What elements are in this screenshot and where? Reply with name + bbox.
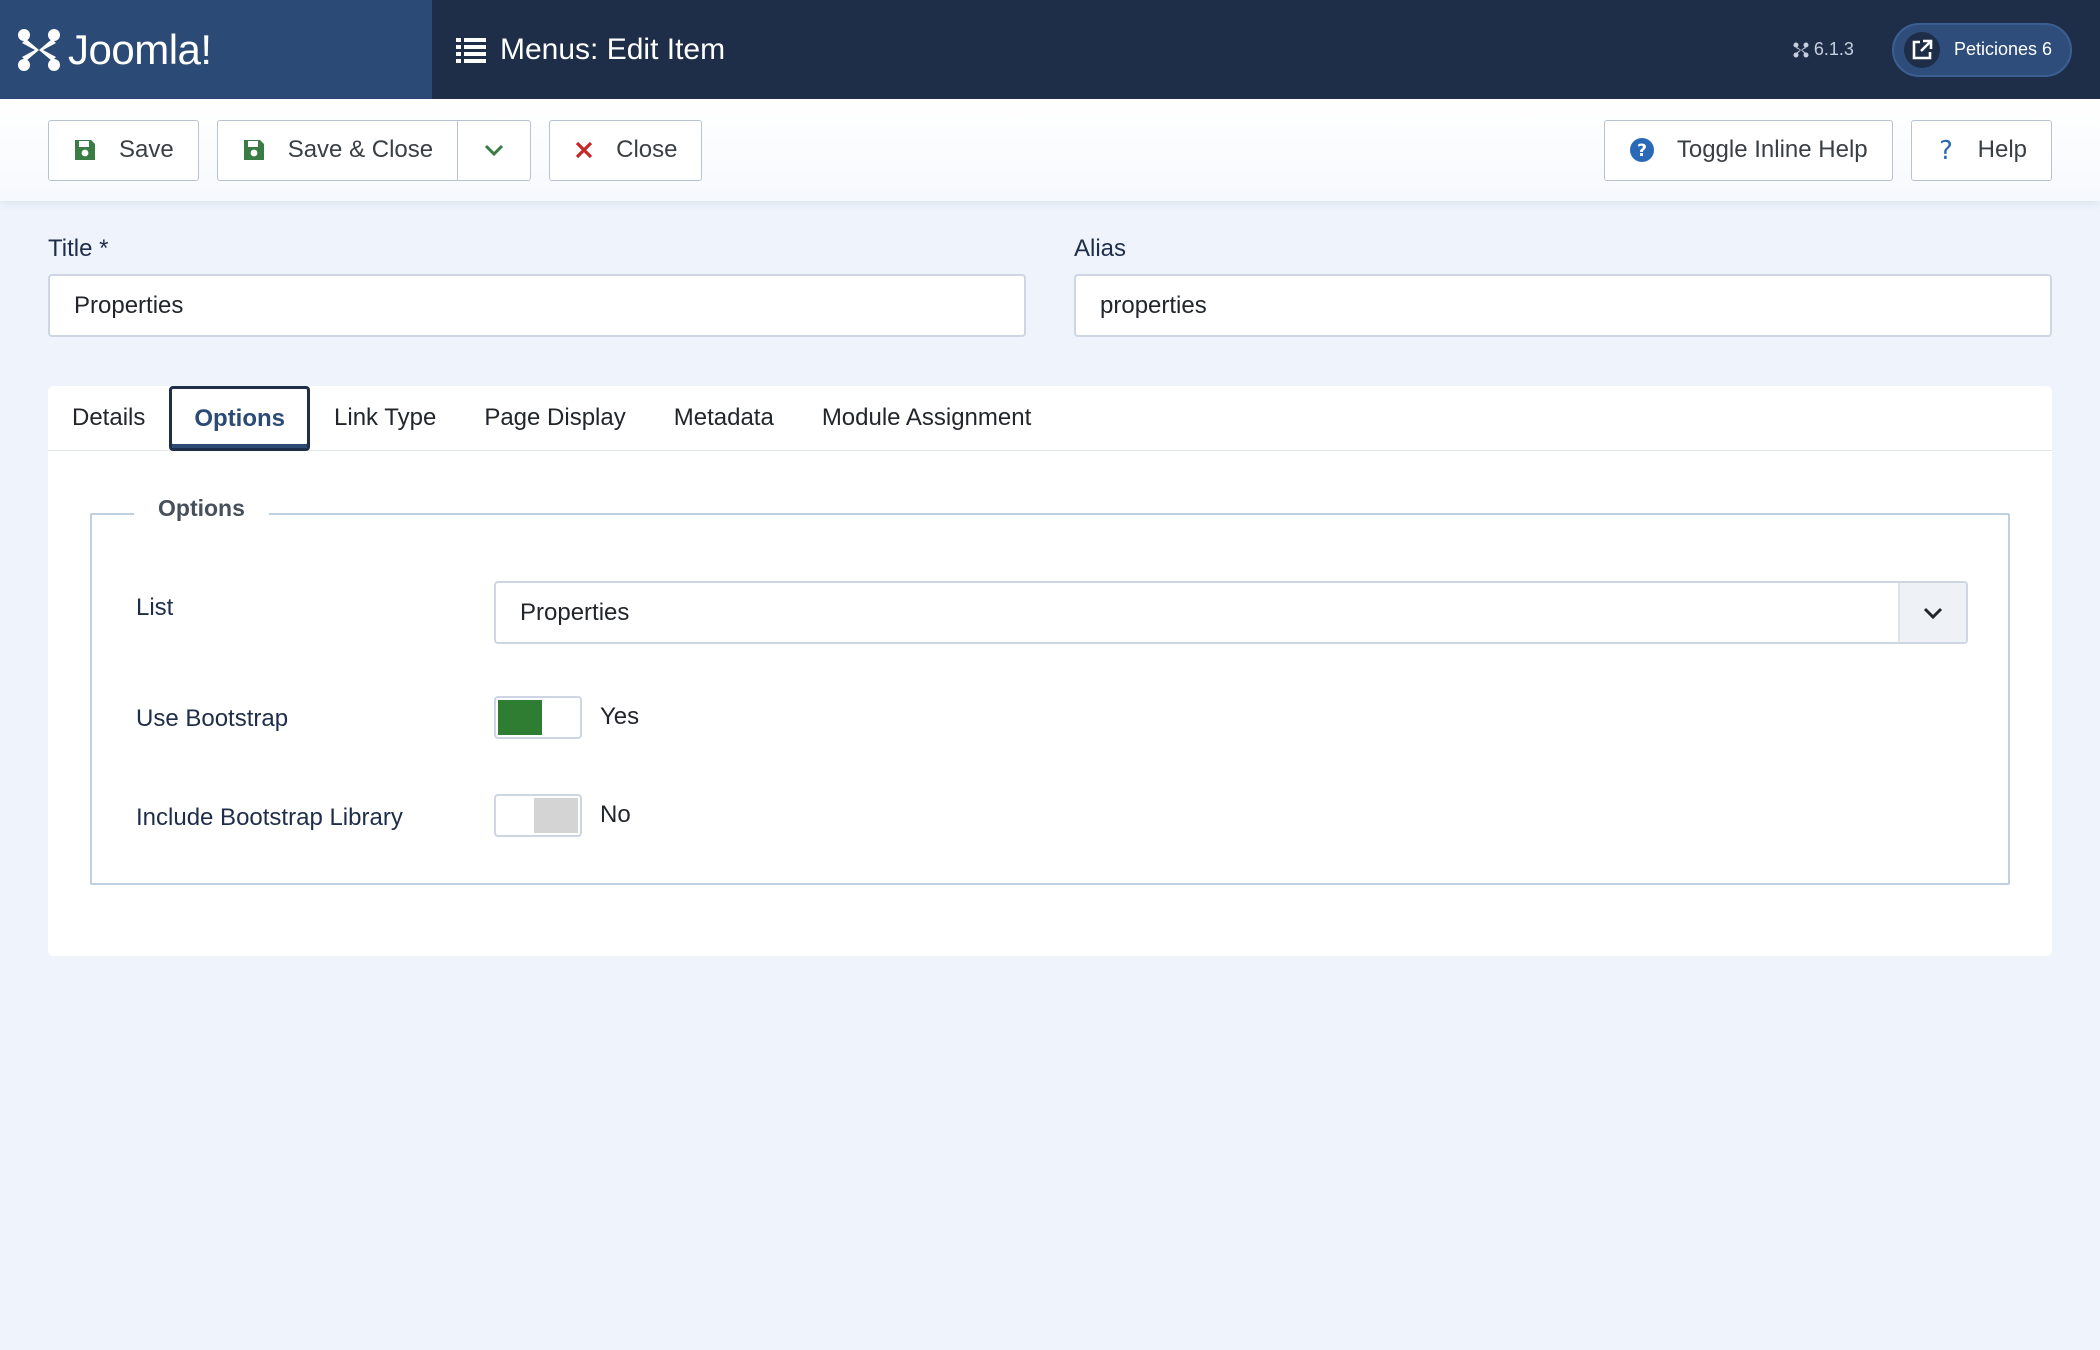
brand-name: Joomla! — [68, 25, 212, 73]
joomla-logo-icon — [18, 28, 60, 71]
save-close-label: Save & Close — [287, 136, 434, 163]
use-bootstrap-switch[interactable] — [494, 696, 582, 739]
page-heading: Menus: Edit Item — [456, 33, 725, 67]
close-label: Close — [616, 136, 678, 163]
use-bootstrap-label: Use Bootstrap — [136, 705, 289, 732]
include-bootstrap-label: Include Bootstrap Library — [136, 804, 403, 831]
toggle-inline-help-label: Toggle Inline Help — [1676, 136, 1868, 163]
toggle-inline-help-button[interactable]: ? Toggle Inline Help — [1603, 119, 1893, 181]
tab-link-type[interactable]: Link Type — [310, 386, 460, 450]
svg-text:?: ? — [1637, 141, 1647, 161]
save-close-button[interactable]: Save & Close — [216, 119, 459, 181]
list-icon — [456, 37, 486, 63]
toolbar: Save Save & Close Close ? Toggle Inline … — [0, 99, 2100, 201]
question-icon: ? — [1939, 137, 1953, 163]
external-link-icon — [1903, 31, 1940, 68]
title-label: Title * — [48, 235, 109, 262]
switch-knob — [534, 798, 578, 833]
tab-page-display[interactable]: Page Display — [460, 386, 649, 450]
include-bootstrap-value: No — [600, 801, 631, 828]
title-input-value: Properties — [74, 291, 184, 319]
list-label: List — [136, 594, 174, 621]
save-options-dropdown-button[interactable] — [458, 119, 532, 181]
header-right: 6.1.3 Peticiones 6 — [1793, 22, 2100, 77]
close-icon — [575, 141, 593, 159]
tab-bar: Details Options Link Type Page Display M… — [48, 386, 2052, 451]
chevron-down-icon — [1898, 583, 1966, 642]
edit-tabs-card: Details Options Link Type Page Display M… — [48, 386, 2052, 956]
switch-knob — [498, 700, 542, 735]
header: Joomla! Menus: Edit Item 6.1.3 Peticione… — [0, 0, 2100, 99]
tab-module-assignment[interactable]: Module Assignment — [798, 386, 1055, 450]
site-link-label: Peticiones 6 — [1953, 39, 2052, 59]
options-legend: Options — [134, 495, 269, 522]
question-circle-icon: ? — [1629, 138, 1654, 162]
site-link-button[interactable]: Peticiones 6 — [1891, 22, 2072, 77]
save-close-group: Save & Close — [216, 119, 532, 181]
brand[interactable]: Joomla! — [0, 0, 432, 99]
tab-details[interactable]: Details — [48, 386, 169, 450]
save-label: Save — [119, 136, 174, 163]
tab-metadata[interactable]: Metadata — [650, 386, 798, 450]
close-button[interactable]: Close — [549, 119, 703, 181]
list-select-value: Properties — [520, 598, 630, 626]
svg-text:?: ? — [1939, 137, 1953, 163]
toolbar-right: ? Toggle Inline Help ? Help — [1603, 119, 2052, 181]
save-button[interactable]: Save — [48, 119, 199, 181]
help-button[interactable]: ? Help — [1910, 119, 2052, 181]
save-icon — [75, 140, 95, 160]
help-label: Help — [1977, 136, 2027, 163]
version-info: 6.1.3 — [1793, 39, 1854, 60]
title-input[interactable]: Properties — [48, 274, 1026, 337]
list-select[interactable]: Properties — [494, 581, 1968, 644]
options-fieldset: Options List Properties Use Bootstrap Ye… — [90, 495, 2010, 885]
alias-input[interactable]: properties — [1074, 274, 2052, 337]
page-title: Menus: Edit Item — [500, 32, 726, 66]
joomla-mini-icon — [1793, 42, 1809, 57]
alias-input-value: properties — [1100, 291, 1207, 319]
include-bootstrap-switch[interactable] — [494, 794, 582, 837]
alias-label: Alias — [1074, 235, 1127, 262]
save-icon — [243, 140, 264, 160]
version-text: 6.1.3 — [1813, 39, 1854, 59]
tab-options[interactable]: Options — [169, 386, 311, 451]
use-bootstrap-value: Yes — [600, 703, 640, 730]
chevron-down-icon — [485, 144, 504, 157]
